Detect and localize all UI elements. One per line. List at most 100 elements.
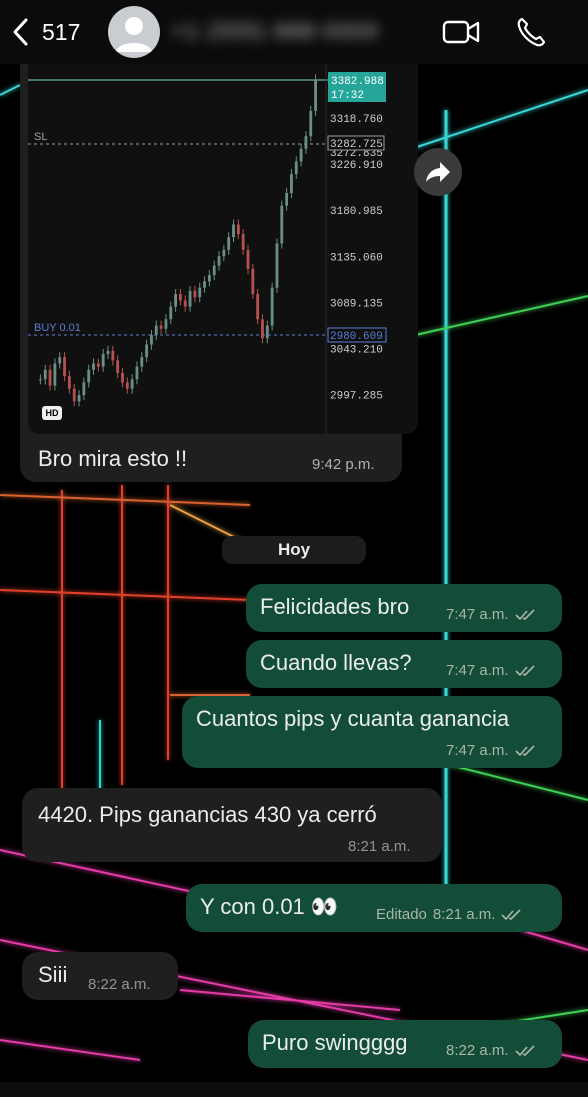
candle-body	[77, 395, 81, 402]
message-text: Y con 0.01 👀	[200, 894, 339, 919]
candle-body	[275, 243, 279, 288]
chevron-left-icon	[13, 18, 28, 46]
back-button[interactable]: 517	[10, 14, 100, 50]
candle-body	[241, 234, 245, 250]
voice-call-button[interactable]	[514, 14, 554, 50]
candle-body	[294, 161, 298, 175]
candle-body	[290, 174, 293, 193]
candle-body	[212, 265, 216, 276]
candle-body	[270, 287, 274, 326]
candle-body	[130, 379, 134, 389]
candle-body	[314, 79, 317, 111]
candle-body	[304, 136, 308, 149]
candle-body	[96, 363, 100, 367]
message-bubble[interactable]: 4420. Pips ganancias 430 ya cerró 8:21 a…	[22, 788, 442, 862]
candle-body	[106, 350, 110, 355]
candle-body	[227, 237, 231, 250]
candle-body	[82, 382, 86, 396]
candle-body	[48, 369, 52, 386]
candle-body	[145, 344, 149, 358]
video-call-icon	[442, 20, 480, 44]
message-bubble[interactable]: Cuando llevas? 7:47 a.m.	[246, 640, 562, 688]
candle-body	[246, 249, 250, 269]
forward-icon	[426, 162, 450, 182]
read-ticks-icon	[514, 744, 535, 756]
image-caption: Bro mira esto !!	[38, 446, 188, 471]
edited-label: Editado	[376, 906, 427, 923]
candle-body	[39, 379, 42, 381]
candle-body	[135, 366, 139, 380]
video-call-button[interactable]	[441, 14, 481, 50]
candle-body	[101, 354, 105, 367]
candle-body	[169, 306, 173, 320]
candle-body	[121, 372, 124, 383]
message-text: Siii	[38, 962, 68, 987]
read-ticks-icon	[514, 1044, 535, 1056]
candle-body	[265, 325, 269, 339]
candle-body	[67, 376, 71, 389]
candle-body	[72, 388, 76, 402]
message-meta: 7:47 a.m.	[446, 742, 535, 759]
avatar[interactable]	[108, 6, 160, 58]
price-axis-label: 3180.985	[330, 206, 383, 218]
composer-edge	[0, 1082, 588, 1097]
read-ticks-icon	[514, 608, 535, 620]
message-time: 9:42 p.m.	[312, 456, 375, 473]
message-text: Felicidades bro	[260, 594, 410, 619]
message-bubble[interactable]: Puro swingggg 8:22 a.m.	[248, 1020, 562, 1068]
candle-body	[111, 350, 115, 361]
forward-button[interactable]	[414, 148, 462, 196]
price-axis-label: 2997.285	[330, 391, 383, 403]
candle-body	[236, 224, 240, 235]
avatar-placeholder-icon	[116, 17, 152, 52]
message-meta: 7:47 a.m.	[446, 662, 535, 679]
contact-name[interactable]: +1 (555) 888-0000	[172, 20, 379, 44]
message-bubble[interactable]: Y con 0.01 👀 Editado 8:21 a.m.	[186, 884, 562, 932]
candle-body	[43, 369, 47, 380]
message-text: 4420. Pips ganancias 430 ya cerró	[38, 802, 377, 827]
message-text: Cuando llevas?	[260, 650, 412, 675]
candle-body	[251, 268, 255, 295]
candle-body	[309, 110, 313, 137]
message-bubble[interactable]: Felicidades bro 7:47 a.m.	[246, 584, 562, 632]
read-ticks-icon	[501, 908, 521, 920]
price-axis-label: 3318.760	[330, 114, 383, 126]
candle-body	[188, 290, 192, 307]
day-separator: Hoy	[222, 536, 366, 564]
chart-image[interactable]: SL BUY 0.01 3318.760 3226.910 3180.985 3135…	[28, 48, 418, 434]
candle-body	[183, 300, 187, 307]
current-time: 17:32	[331, 90, 364, 102]
unread-count: 517	[42, 18, 81, 45]
candle-body	[232, 224, 235, 238]
sl-label: SL	[34, 131, 47, 143]
message-bubble[interactable]: Cuantos pips y cuanta ganancia 7:47 a.m.	[182, 696, 562, 768]
candle-body	[58, 357, 62, 364]
phone-icon	[517, 17, 546, 47]
sl-price: 3282.725	[330, 139, 383, 151]
candle-body	[174, 294, 177, 307]
candle-body	[193, 290, 197, 298]
buy-label: BUY 0.01	[34, 322, 81, 334]
candle-body	[198, 287, 202, 298]
candles	[39, 74, 317, 407]
message-bubble[interactable]: Siii 8:22 a.m.	[22, 952, 178, 1000]
current-price: 3382.988	[331, 76, 384, 88]
candle-body	[280, 205, 284, 244]
candle-body	[217, 256, 221, 266]
message-meta: 8:22 a.m.	[446, 1042, 535, 1059]
candle-body	[63, 357, 66, 377]
candle-body	[222, 249, 226, 257]
buy-price: 2980.609	[330, 331, 383, 343]
price-axis-label: 3226.910	[330, 160, 383, 172]
chat-header: 517 +1 (555) 888-0000	[0, 0, 588, 64]
read-ticks-icon	[514, 664, 535, 676]
message-meta: Editado 8:21 a.m.	[376, 906, 521, 923]
candle-body	[256, 294, 260, 320]
candle-body	[299, 148, 303, 162]
candle-body	[179, 294, 182, 301]
candle-body	[140, 357, 144, 367]
price-axis-label: 3043.210	[330, 345, 383, 357]
candle-body	[116, 360, 120, 373]
image-message[interactable]: SL BUY 0.01 3318.760 3226.910 3180.985 3135…	[20, 48, 418, 482]
candle-body	[87, 369, 91, 383]
